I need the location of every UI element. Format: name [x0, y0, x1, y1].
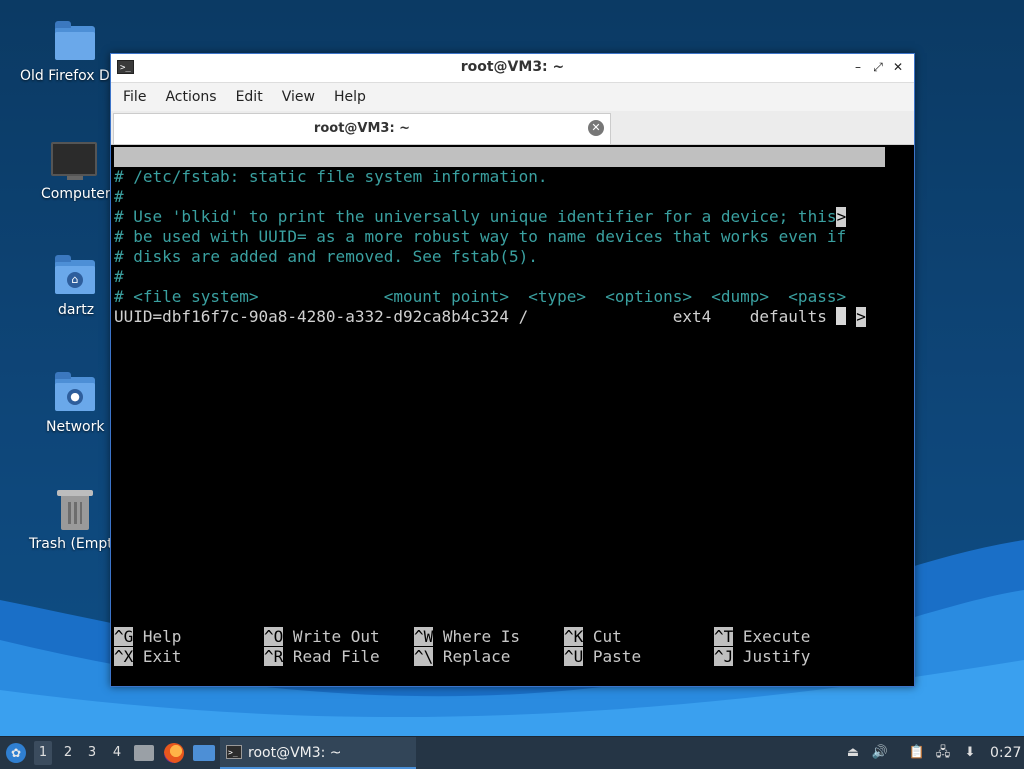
- shortcut-exit: ^X Exit: [114, 647, 182, 666]
- shortcut-justify: ^J Justify: [714, 647, 811, 666]
- tab-label: root@VM3: ~: [313, 121, 411, 136]
- close-button[interactable]: ✕: [890, 59, 906, 75]
- file-line: # disks are added and removed. See fstab…: [114, 247, 538, 266]
- file-line: # <file system> <mount point> <type> <op…: [114, 287, 847, 306]
- home-folder-icon: ⌂: [55, 255, 95, 294]
- shortcut-read-file: ^R Read File: [264, 647, 380, 666]
- trash-icon: [57, 490, 93, 530]
- menubar: File Actions Edit View Help: [111, 83, 914, 111]
- shortcut-cut: ^K Cut: [564, 627, 622, 646]
- shortcut-execute: ^T Execute: [714, 627, 811, 646]
- start-menu-icon[interactable]: ✿: [6, 743, 26, 763]
- terminal-icon: >_: [226, 745, 242, 759]
- taskbar-task-terminal[interactable]: >_ root@VM3: ~: [220, 737, 416, 769]
- menu-file[interactable]: File: [115, 89, 154, 105]
- show-desktop-icon[interactable]: [193, 745, 215, 761]
- task-label: root@VM3: ~: [248, 745, 342, 761]
- terminal-window[interactable]: >_ root@VM3: ~ – ⤢ ✕ File Actions Edit V…: [110, 53, 915, 687]
- updates-icon[interactable]: ⬇: [961, 745, 979, 761]
- network-folder-icon: ●: [55, 372, 95, 411]
- file-line: #: [114, 267, 124, 286]
- nano-titlebar: GNU nano 5.6.1 /etc/fstab: [114, 147, 885, 206]
- shortcut-replace: ^\ Replace: [414, 647, 511, 666]
- terminal-area[interactable]: GNU nano 5.6.1 /etc/fstab # /etc/fstab: …: [114, 145, 911, 681]
- shortcut-write-out: ^O Write Out: [264, 627, 380, 646]
- file-line: # be used with UUID= as a more robust wa…: [114, 227, 847, 246]
- computer-icon: [51, 142, 97, 180]
- taskbar: ✿ 1 2 3 4 >_ root@VM3: ~ ⏏ 🔊 📋 🖧 ⬇ 0:27: [0, 736, 1024, 769]
- line-overflow-marker: >: [856, 307, 867, 327]
- workspace-2[interactable]: 2: [59, 741, 77, 765]
- window-title: root@VM3: ~: [460, 59, 565, 75]
- minimize-button[interactable]: –: [850, 59, 866, 75]
- clock[interactable]: 0:27: [990, 737, 1021, 769]
- tab-bar: root@VM3: ~ ✕: [111, 111, 914, 145]
- menu-actions[interactable]: Actions: [157, 89, 224, 105]
- file-line: # /etc/fstab: static file system informa…: [114, 167, 548, 186]
- folder-icon: [55, 21, 95, 60]
- file-manager-icon[interactable]: [134, 745, 154, 761]
- tab-terminal[interactable]: root@VM3: ~ ✕: [113, 113, 611, 144]
- file-line: UUID=dbf16f7c-90a8-4280-a332-d92ca8b4c32…: [114, 307, 867, 327]
- file-line: # Use 'blkid' to print the universally u…: [114, 207, 847, 227]
- volume-icon[interactable]: 🔊: [871, 745, 889, 761]
- workspace-3[interactable]: 3: [83, 741, 101, 765]
- menu-view[interactable]: View: [274, 89, 323, 105]
- eject-icon[interactable]: ⏏: [844, 745, 862, 761]
- window-titlebar[interactable]: >_ root@VM3: ~ – ⤢ ✕: [111, 54, 914, 83]
- clipboard-icon[interactable]: 📋: [908, 745, 926, 761]
- menu-edit[interactable]: Edit: [228, 89, 271, 105]
- line-overflow-marker: >: [836, 207, 847, 227]
- shortcut-paste: ^U Paste: [564, 647, 642, 666]
- shortcut-help: ^G Help: [114, 627, 182, 646]
- workspace-1[interactable]: 1: [34, 741, 52, 765]
- tab-close-icon[interactable]: ✕: [588, 120, 604, 136]
- menu-help[interactable]: Help: [326, 89, 374, 105]
- maximize-button[interactable]: ⤢: [870, 59, 886, 75]
- workspace-4[interactable]: 4: [108, 741, 126, 765]
- firefox-icon[interactable]: [164, 743, 184, 763]
- network-icon[interactable]: 🖧: [934, 745, 952, 761]
- text-cursor: [836, 307, 847, 325]
- shortcut-where-is: ^W Where Is: [414, 627, 520, 646]
- nano-filename: /etc/fstab: [484, 187, 581, 206]
- file-line: #: [114, 187, 124, 206]
